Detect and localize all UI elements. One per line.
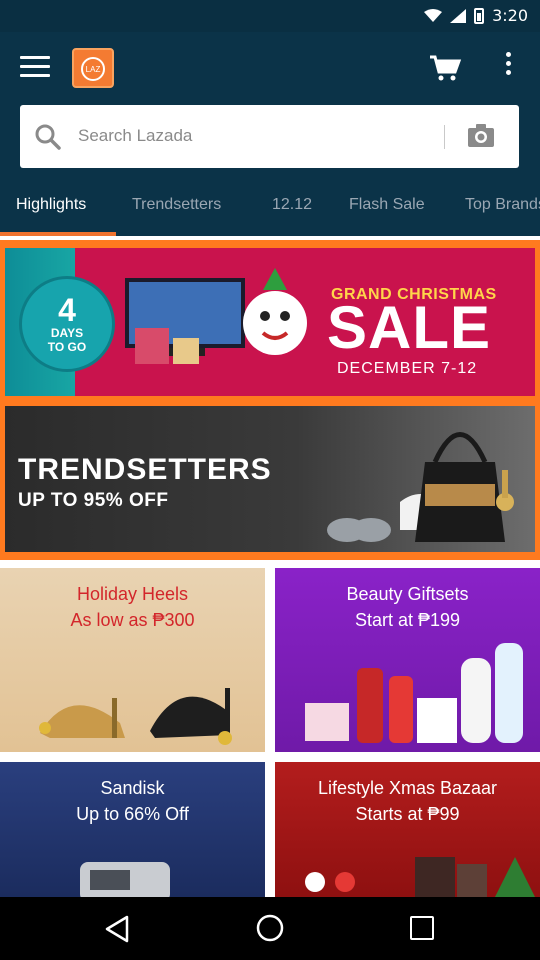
recent-apps-icon[interactable] [410, 916, 434, 940]
promo-block: 4 DAYS TO GO GRAND CHRISTMAS SALE DECEMB… [0, 240, 540, 560]
trendsetters-banner[interactable]: TRENDSETTERS UP TO 95% OFF [5, 406, 535, 552]
usb-drive-image [80, 862, 170, 897]
tile-title: Holiday Heels [76, 584, 189, 604]
search-bar [20, 105, 519, 168]
tab-trendsetters[interactable]: Trendsetters [132, 180, 221, 236]
tile-subtitle: As low as ₱300 [70, 610, 195, 630]
tile-lifestyle-xmas-bazaar[interactable]: Lifestyle Xmas Bazaar Starts at ₱99 [275, 762, 540, 897]
search-input[interactable] [78, 119, 438, 153]
lazada-logo[interactable]: LAZ [72, 48, 114, 88]
home-icon[interactable] [256, 914, 284, 942]
camera-icon[interactable] [466, 121, 496, 151]
xmas-dates: DECEMBER 7-12 [337, 360, 478, 377]
tile-subtitle: Up to 66% Off [76, 804, 189, 824]
xmas-gifts-image [305, 857, 535, 897]
to-go-label: TO GO [47, 340, 87, 354]
status-bar: 3:20 [0, 0, 540, 32]
days-number: 4 [58, 292, 76, 328]
tile-subtitle: Start at ₱199 [354, 610, 461, 630]
tile-holiday-heels[interactable]: Holiday Heels As low as ₱300 [0, 568, 265, 752]
days-countdown-badge: 4 DAYS TO GO [19, 276, 115, 372]
logo-text: LAZ [81, 57, 105, 81]
days-label: DAYS [50, 326, 84, 340]
tile-sandisk[interactable]: Sandisk Up to 66% Off [0, 762, 265, 897]
more-vertical-icon[interactable] [500, 52, 516, 82]
content-area: 4 DAYS TO GO GRAND CHRISTMAS SALE DECEMB… [0, 236, 540, 897]
system-nav-bar [0, 897, 540, 960]
xmas-sale-text: SALE [327, 294, 492, 361]
electronics-image [125, 268, 307, 364]
battery-icon [474, 7, 485, 24]
trend-subtitle: UP TO 95% OFF [18, 490, 169, 511]
tab-flash-sale[interactable]: Flash Sale [349, 180, 425, 236]
tile-title: Lifestyle Xmas Bazaar [317, 778, 498, 798]
fashion-items-image [327, 432, 514, 542]
category-tabs: Highlights Trendsetters 12.12 Flash Sale… [0, 180, 540, 236]
back-icon[interactable] [103, 915, 131, 943]
tab-1212[interactable]: 12.12 [272, 180, 312, 236]
hamburger-menu-icon[interactable] [20, 56, 50, 80]
tile-subtitle: Starts at ₱99 [355, 804, 460, 824]
tile-beauty-giftsets[interactable]: Beauty Giftsets Start at ₱199 [275, 568, 540, 752]
trend-title: TRENDSETTERS [18, 453, 272, 486]
tab-highlights[interactable]: Highlights [16, 180, 86, 236]
beauty-products-image [305, 643, 523, 743]
status-time: 3:20 [492, 6, 528, 25]
christmas-sale-banner[interactable]: 4 DAYS TO GO GRAND CHRISTMAS SALE DECEMB… [5, 248, 535, 396]
signal-icon [450, 8, 467, 23]
tab-top-brands[interactable]: Top Brands [465, 180, 540, 236]
heels-image [39, 688, 232, 745]
shopping-cart-icon[interactable] [428, 54, 462, 82]
wifi-icon [424, 8, 443, 22]
app-bar: LAZ [0, 32, 540, 104]
tile-title: Sandisk [100, 778, 165, 798]
tile-title: Beauty Giftsets [346, 584, 469, 604]
search-divider [444, 125, 445, 149]
search-icon [35, 124, 61, 150]
